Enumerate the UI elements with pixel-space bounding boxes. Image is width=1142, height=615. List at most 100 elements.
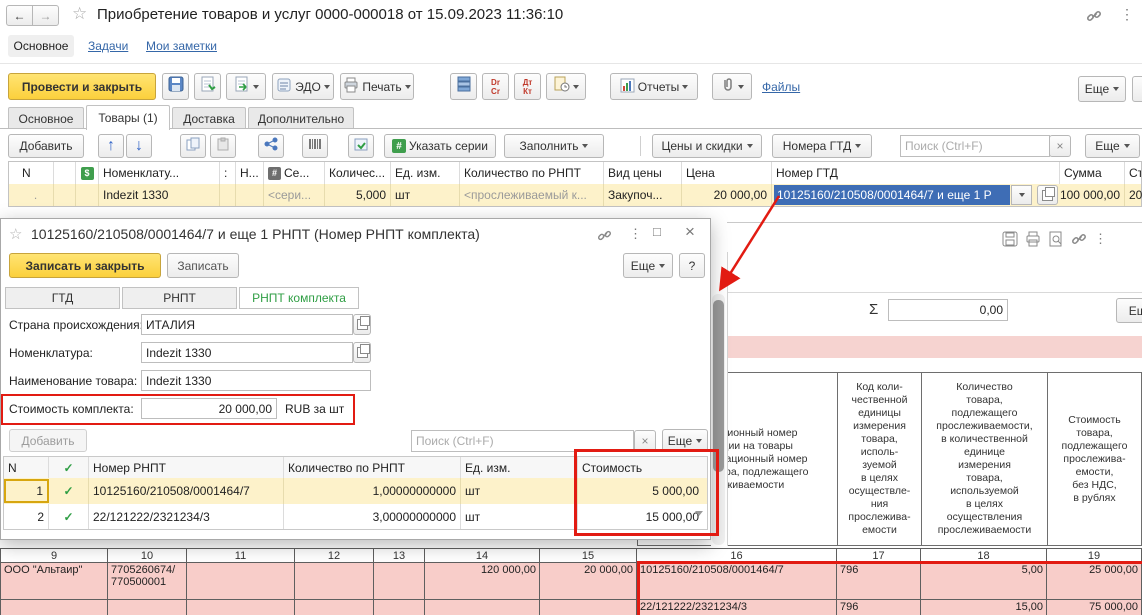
modal-save-button[interactable]: Записать xyxy=(167,253,239,278)
items-search-clear-button[interactable]: × xyxy=(1049,135,1071,157)
prices-discounts-button[interactable]: Цены и скидки xyxy=(652,134,762,158)
modal-col-rnpt[interactable]: Номер РНПТ xyxy=(89,457,284,478)
tab-additional[interactable]: Дополнительно xyxy=(248,107,354,129)
col-header-sum[interactable]: Сумма xyxy=(1060,162,1125,184)
scroll-down-icon[interactable] xyxy=(695,511,703,516)
nomenclature-open-button[interactable] xyxy=(353,342,371,363)
post-document-button[interactable] xyxy=(194,73,221,100)
tab-goods[interactable]: Товары (1) xyxy=(86,105,170,130)
favorite-star-icon[interactable]: ☆ xyxy=(72,4,87,24)
nav-tab-notes[interactable]: Мои заметки xyxy=(146,39,217,53)
col-header-c6[interactable]: Н... xyxy=(236,162,264,184)
row-nomenclature-cell[interactable]: Indezit 1330 xyxy=(99,184,220,206)
modal-col-check[interactable]: ✓ xyxy=(49,457,89,478)
col-header-series[interactable]: # Се... xyxy=(264,162,325,184)
print-button[interactable]: Печать xyxy=(340,73,414,100)
row-price-cell[interactable]: 20 000,00 xyxy=(682,184,772,206)
row-vat-cell[interactable]: 20% xyxy=(1125,184,1142,206)
modal-tab-gtd[interactable]: ГТД xyxy=(5,287,120,309)
backdrop-sum-input[interactable] xyxy=(888,299,1008,321)
row-unit-cell[interactable]: шт xyxy=(391,184,460,206)
modal-save-close-button[interactable]: Записать и закрыть xyxy=(9,253,161,278)
col-header-nomenclature[interactable]: Номенклату... xyxy=(99,162,220,184)
col-header-price[interactable]: Цена xyxy=(682,162,772,184)
forward-button[interactable]: → xyxy=(32,5,59,26)
modal-r1-cost-cell[interactable]: 5 000,00 xyxy=(578,478,703,504)
modal-search-input[interactable] xyxy=(411,430,634,452)
check-fill-button[interactable] xyxy=(348,134,374,158)
country-open-button[interactable] xyxy=(353,314,371,335)
backdrop-save-icon[interactable] xyxy=(1002,231,1018,247)
row-c5-cell[interactable] xyxy=(220,184,236,206)
kit-cost-input[interactable] xyxy=(141,398,277,419)
help-button[interactable]: ? xyxy=(1132,76,1142,102)
gtd-open-button[interactable] xyxy=(1037,185,1058,205)
nomenclature-input[interactable] xyxy=(141,342,353,363)
modal-r1-qty-cell[interactable]: 1,00000000000 xyxy=(284,478,461,504)
goods-name-input[interactable] xyxy=(141,370,371,391)
modal-r2-qty-cell[interactable]: 3,00000000000 xyxy=(284,504,461,529)
modal-help-button[interactable]: ? xyxy=(679,253,705,278)
modal-search-clear-button[interactable]: × xyxy=(634,430,656,452)
col-header-unit[interactable]: Ед. изм. xyxy=(391,162,460,184)
modal-more-table-button[interactable]: Еще xyxy=(662,429,708,452)
col-header-vat[interactable]: Ста... xyxy=(1125,162,1141,184)
share-button[interactable] xyxy=(258,134,284,158)
modal-col-n[interactable]: N xyxy=(4,457,49,478)
row-sum-cell[interactable]: 100 000,00 xyxy=(1060,184,1125,206)
modal-maximize-icon[interactable]: □ xyxy=(653,224,661,239)
back-button[interactable]: ← xyxy=(6,5,33,26)
modal-r2-cost-cell[interactable]: 15 000,00 xyxy=(578,504,703,529)
backdrop-preview-icon[interactable] xyxy=(1048,231,1064,247)
modal-r1-unit-cell[interactable]: шт xyxy=(461,478,578,504)
row-price-flag-cell[interactable] xyxy=(76,184,99,206)
dt-kt-postings-button[interactable]: Дт Кт xyxy=(514,73,541,100)
modal-r1-check-cell[interactable]: ✓ xyxy=(49,478,89,504)
col-header-n[interactable]: N xyxy=(18,162,54,184)
modal-menu-dots-icon[interactable]: ⋮ xyxy=(629,226,642,242)
edo-button[interactable]: ЭДО xyxy=(272,73,334,100)
move-down-button[interactable]: ↓ xyxy=(126,134,152,158)
col-header-gtd[interactable]: Номер ГТД xyxy=(772,162,1060,184)
move-up-button[interactable]: ↑ xyxy=(98,134,124,158)
vertical-scrollbar-thumb[interactable] xyxy=(713,300,724,472)
modal-r2-n-cell[interactable]: 2 xyxy=(4,504,49,529)
items-more-button[interactable]: Еще xyxy=(1085,134,1140,158)
col-header-c5[interactable]: : xyxy=(220,162,236,184)
dr-cr-postings-button[interactable]: Dr Cr xyxy=(482,73,509,100)
modal-r1-rnpt-cell[interactable]: 10125160/210508/0001464/7 xyxy=(89,478,284,504)
modal-col-unit[interactable]: Ед. изм. xyxy=(461,457,578,478)
barcode-scanner-button[interactable] xyxy=(302,134,328,158)
modal-favorite-star-icon[interactable]: ☆ xyxy=(9,225,22,243)
create-based-on-button[interactable] xyxy=(226,73,266,100)
row-marker-cell[interactable]: . xyxy=(18,184,54,206)
col-header-price-type[interactable]: Вид цены xyxy=(604,162,682,184)
reports-button[interactable]: Отчеты xyxy=(610,73,698,100)
fill-button[interactable]: Заполнить xyxy=(504,134,604,158)
tab-delivery[interactable]: Доставка xyxy=(172,107,246,129)
modal-more-button[interactable]: Еще xyxy=(623,253,673,278)
col-header-qty[interactable]: Количес... xyxy=(325,162,391,184)
document-history-button[interactable] xyxy=(546,73,586,100)
window-menu-dots-icon[interactable]: ⋮ xyxy=(1120,6,1134,23)
copy-row-button[interactable] xyxy=(180,134,206,158)
row-qty-cell[interactable]: 5,000 xyxy=(325,184,391,206)
modal-tab-rnpt-kit[interactable]: РНПТ комплекта xyxy=(239,287,359,309)
row-qty-rnpt-cell[interactable]: <прослеживаемый к... xyxy=(460,184,604,206)
modal-add-button[interactable]: Добавить xyxy=(9,429,87,452)
nav-tab-tasks[interactable]: Задачи xyxy=(88,39,128,53)
modal-r2-check-cell[interactable]: ✓ xyxy=(49,504,89,529)
post-and-close-button[interactable]: Провести и закрыть xyxy=(8,73,156,100)
specify-series-button[interactable]: # Указать серии xyxy=(384,134,496,158)
modal-tab-rnpt[interactable]: РНПТ xyxy=(122,287,237,309)
modal-r1-n-cell-focused[interactable]: 1 xyxy=(4,479,49,503)
row-series-cell[interactable]: <сери... xyxy=(264,184,325,206)
country-input[interactable] xyxy=(141,314,353,335)
backdrop-link-icon[interactable] xyxy=(1071,231,1087,247)
backdrop-print-icon[interactable] xyxy=(1025,231,1041,247)
modal-close-icon[interactable]: × xyxy=(685,222,695,242)
row-price-type-cell[interactable]: Закупоч... xyxy=(604,184,682,206)
row-c6-cell[interactable] xyxy=(236,184,264,206)
backdrop-more-button[interactable]: Еще xyxy=(1116,298,1142,323)
col-header-qty-rnpt[interactable]: Количество по РНПТ xyxy=(460,162,604,184)
